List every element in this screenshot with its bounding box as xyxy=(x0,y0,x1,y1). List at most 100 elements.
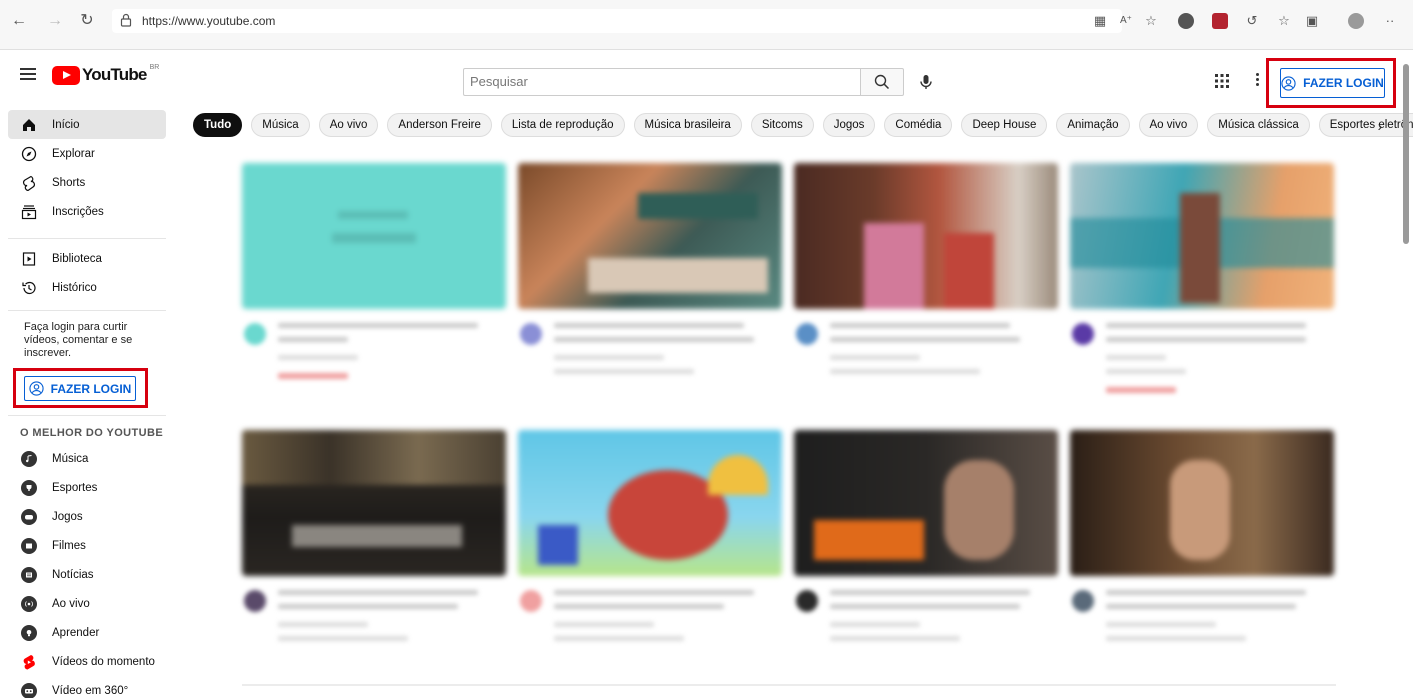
video-thumbnail[interactable] xyxy=(518,430,782,576)
video-thumbnail[interactable] xyxy=(518,163,782,309)
sidebar-divider xyxy=(8,415,166,416)
login-prompt-text: Faça login para curtir vídeos, comentar … xyxy=(24,321,133,359)
back-arrow-icon[interactable]: ← xyxy=(8,10,30,32)
video-thumbnail[interactable] xyxy=(242,430,506,576)
sidebar-item-label: Ao vivo xyxy=(52,597,90,610)
video-thumbnail[interactable] xyxy=(242,163,506,309)
chip-deep-house[interactable]: Deep House xyxy=(961,113,1048,137)
collections-icon[interactable]: ▣ xyxy=(1304,13,1320,29)
sidebar-login-label: FAZER LOGIN xyxy=(50,381,132,396)
sidebar-item-games[interactable]: Jogos xyxy=(8,502,166,531)
video-meta xyxy=(794,315,1058,405)
header-login-label: FAZER LOGIN xyxy=(1303,76,1384,90)
search-input[interactable] xyxy=(470,74,850,89)
chip-comedy[interactable]: Comédia xyxy=(884,113,953,137)
sidebar-item-movies[interactable]: Filmes xyxy=(8,531,166,560)
chip-classical-music[interactable]: Música clássica xyxy=(1207,113,1310,137)
sidebar-item-label: Shorts xyxy=(52,176,86,189)
sidebar-item-label: Vídeos do momento xyxy=(52,655,155,668)
live-icon xyxy=(20,595,38,613)
chip-esports[interactable]: Esportes eletrônicos xyxy=(1318,113,1413,137)
bulb-icon xyxy=(20,624,38,642)
microphone-icon xyxy=(920,75,932,89)
profile-avatar[interactable] xyxy=(1348,13,1364,29)
video-thumbnail[interactable] xyxy=(794,430,1058,576)
header-login-button[interactable]: FAZER LOGIN xyxy=(1280,68,1385,98)
voice-search-button[interactable] xyxy=(914,70,938,94)
chip-sitcoms[interactable]: Sitcoms xyxy=(750,113,814,137)
chip-live[interactable]: Ao vivo xyxy=(318,113,379,137)
video-meta xyxy=(1070,582,1334,672)
apps-grid-icon[interactable] xyxy=(1214,73,1230,89)
play-logo-icon xyxy=(52,65,80,85)
chip-all[interactable]: Tudo xyxy=(193,113,243,137)
favorites-list-icon[interactable]: ☆ xyxy=(1276,13,1292,29)
sidebar-item-label: Esportes xyxy=(52,481,98,494)
sidebar-item-label: Explorar xyxy=(52,147,95,160)
read-aloud-icon[interactable]: A⁺ xyxy=(1118,13,1134,29)
sidebar-item-label: Início xyxy=(52,118,80,131)
sidebar-item-news[interactable]: Notícias xyxy=(8,560,166,589)
chip-anderson-freire[interactable]: Anderson Freire xyxy=(387,113,492,137)
sidebar-item-live[interactable]: Ao vivo xyxy=(8,589,166,618)
sidebar-item-label: Música xyxy=(52,452,89,465)
search-button[interactable] xyxy=(860,68,904,96)
video-meta xyxy=(1070,315,1334,405)
sidebar-item-label: Notícias xyxy=(52,568,94,581)
trophy-icon xyxy=(20,479,38,497)
chip-playlist[interactable]: Lista de reprodução xyxy=(500,113,625,137)
chips-next-chevron-icon[interactable]: › xyxy=(1370,116,1390,136)
sidebar-item-learn[interactable]: Aprender xyxy=(8,618,166,647)
video-thumbnail[interactable] xyxy=(1070,163,1334,309)
chip-music[interactable]: Música xyxy=(251,113,310,137)
browser-toolbar: ← → ↻ https://www.youtube.com ▦ A⁺ ☆ ↺ ☆… xyxy=(0,0,1413,50)
shorts-icon xyxy=(20,174,38,192)
video-thumbnail[interactable] xyxy=(794,163,1058,309)
settings-menu-icon[interactable] xyxy=(1253,71,1261,91)
refresh-icon[interactable]: ↻ xyxy=(76,10,98,32)
address-bar[interactable]: https://www.youtube.com xyxy=(112,9,1122,33)
sidebar-item-sports[interactable]: Esportes xyxy=(8,473,166,502)
extension-outline-icon[interactable]: ↺ xyxy=(1244,13,1260,29)
sidebar-item-shorts[interactable]: Shorts xyxy=(8,168,166,197)
extension-icon[interactable] xyxy=(1178,13,1194,29)
extension-red-icon[interactable] xyxy=(1212,13,1228,29)
sidebar-item-explore[interactable]: Explorar xyxy=(8,139,166,168)
reader-view-icon[interactable]: ▦ xyxy=(1092,13,1108,29)
gamepad-icon xyxy=(20,508,38,526)
chip-animation[interactable]: Animação xyxy=(1056,113,1130,137)
video-meta xyxy=(794,582,1058,672)
chip-games[interactable]: Jogos xyxy=(822,113,876,137)
sidebar-item-library[interactable]: Biblioteca xyxy=(8,244,166,273)
sidebar-login-button[interactable]: FAZER LOGIN xyxy=(24,376,136,401)
sidebar-item-360-video[interactable]: Vídeo em 360° xyxy=(8,676,166,698)
video-meta xyxy=(518,315,782,405)
sidebar-item-label: Vídeo em 360° xyxy=(52,684,129,697)
page-scrollbar[interactable] xyxy=(1403,64,1409,244)
section-divider xyxy=(242,684,1336,686)
search-box xyxy=(463,68,860,96)
sidebar-divider xyxy=(8,310,166,311)
sidebar-item-label: Histórico xyxy=(52,281,97,294)
sidebar-item-history[interactable]: Histórico xyxy=(8,273,166,302)
menu-icon[interactable] xyxy=(20,68,36,80)
shorts-trending-icon xyxy=(20,653,38,671)
video-meta xyxy=(242,315,506,405)
sidebar-item-trending-shorts[interactable]: Vídeos do momento xyxy=(8,647,166,676)
video-thumbnail[interactable] xyxy=(1070,430,1334,576)
more-icon[interactable]: ·· xyxy=(1382,13,1398,29)
video-meta xyxy=(518,582,782,672)
forward-arrow-icon[interactable]: → xyxy=(44,10,66,32)
chip-live-2[interactable]: Ao vivo xyxy=(1138,113,1199,137)
region-code: BR xyxy=(149,63,160,71)
youtube-logo[interactable]: YouTube BR xyxy=(52,63,160,85)
sidebar-item-music[interactable]: Música xyxy=(8,444,166,473)
sidebar-item-home[interactable]: Início xyxy=(8,110,166,139)
favorite-star-icon[interactable]: ☆ xyxy=(1143,13,1159,29)
user-circle-icon xyxy=(1281,75,1296,91)
search-icon xyxy=(874,74,890,90)
chip-brazilian-music[interactable]: Música brasileira xyxy=(633,113,742,137)
sidebar-item-subscriptions[interactable]: Inscrições xyxy=(8,197,166,226)
history-icon xyxy=(20,279,38,297)
music-icon xyxy=(20,450,38,468)
